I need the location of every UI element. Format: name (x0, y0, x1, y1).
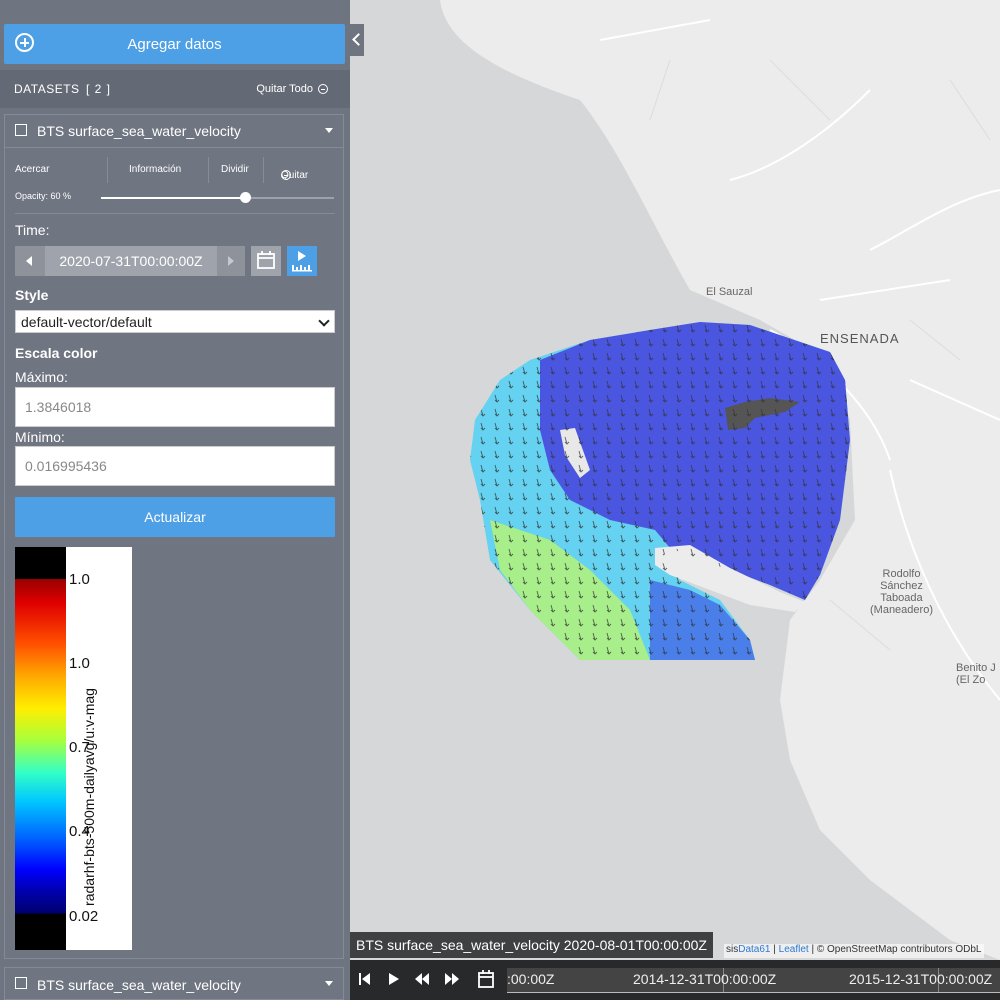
add-data-button[interactable]: Agregar datos (4, 24, 345, 64)
split-button[interactable]: Dividir (221, 164, 249, 175)
rewind-icon[interactable] (414, 971, 430, 987)
calendar-icon (257, 251, 275, 269)
color-legend: 1.0 1.0 0.7 0.4 0.02 radarhf-bts-500m-da… (15, 547, 132, 950)
min-input[interactable]: 0.016995436 (15, 446, 335, 486)
map-view[interactable]: El Sauzal ENSENADA Rodolfo Sánchez Taboa… (350, 0, 1000, 1000)
color-scale-label: Escala color (15, 345, 98, 361)
caret-down-icon[interactable] (325, 981, 333, 986)
place-line: (Maneadero) (870, 604, 933, 616)
play-icon[interactable] (387, 971, 401, 987)
plus-circle-icon (15, 33, 34, 52)
timeline-label: 2014-12-31T00:00:00Z (633, 971, 777, 987)
calendar-button[interactable] (251, 246, 281, 276)
place-line: Sánchez (880, 580, 923, 592)
animation-play-icon (292, 251, 312, 272)
datasets-header: DATASETS [ 2 ] Quitar Todo (0, 70, 350, 108)
max-label: Máximo: (15, 369, 68, 385)
timeline-label: :00:00Z (507, 971, 555, 987)
fast-forward-icon[interactable] (444, 971, 460, 987)
timeline-track[interactable]: :00:00Z 2014-12-31T00:00:00Z 2015-12-31T… (507, 968, 1000, 993)
map-canvas[interactable] (350, 0, 1000, 1000)
dataset-name: BTS surface_sea_water_velocity (37, 977, 241, 993)
dataset-header[interactable]: BTS surface_sea_water_velocity (5, 115, 343, 148)
add-data-label: Agregar datos (127, 35, 222, 53)
leaflet-link[interactable]: Leaflet (779, 944, 809, 955)
time-value[interactable]: 2020-07-31T00:00:00Z (45, 246, 217, 276)
triangle-right-icon (228, 256, 234, 266)
place-el-sauzal: El Sauzal (706, 286, 753, 298)
style-select[interactable]: default-vector/default (15, 310, 335, 333)
color-ramp (15, 547, 66, 950)
info-button[interactable]: Información (129, 164, 181, 175)
sidebar: Agregar datos DATASETS [ 2 ] Quitar Todo… (0, 0, 350, 1000)
legend-label: radarhf-bts-500m-dailyavg/u:v-mag (81, 688, 97, 906)
legend-tick: 1.0 (69, 655, 90, 672)
place-rodolfo-sanchez-taboada: Rodolfo Sánchez Taboada (Maneadero) (870, 568, 933, 616)
update-button[interactable]: Actualizar (15, 497, 335, 537)
next-time-button[interactable] (217, 246, 245, 276)
animation-button[interactable] (287, 246, 317, 276)
style-select-value: default-vector/default (21, 314, 152, 330)
dataset-visibility-checkbox[interactable] (15, 124, 27, 136)
attrib-sep: | (770, 944, 779, 955)
chevron-down-icon (318, 315, 330, 327)
divider (15, 213, 335, 214)
timeline-label: 2015-12-31T00:00:00Z (849, 971, 993, 987)
attrib-pre: sis (726, 944, 739, 955)
opacity-slider-thumb[interactable] (240, 192, 251, 203)
skip-back-icon[interactable] (358, 971, 372, 987)
datasets-title: DATASETS (14, 82, 80, 96)
map-caption: BTS surface_sea_water_velocity 2020-08-0… (350, 932, 713, 958)
time-label: Time: (15, 222, 50, 238)
max-input[interactable]: 1.3846018 (15, 387, 335, 427)
legend-tick: 0.02 (69, 908, 99, 925)
divider (208, 157, 209, 183)
place-line: Benito J (956, 662, 996, 674)
data61-link[interactable]: Data61 (738, 944, 770, 955)
osm-attribution: | © OpenStreetMap contributors ODbL (808, 944, 982, 955)
place-line: Taboada (880, 592, 923, 604)
timeline-bar: :00:00Z 2014-12-31T00:00:00Z 2015-12-31T… (350, 960, 1000, 1000)
clear-all-button[interactable]: Quitar Todo (256, 83, 328, 95)
divider (107, 157, 108, 183)
place-ensenada: ENSENADA (820, 331, 900, 346)
place-line: Rodolfo (882, 568, 921, 580)
collapse-sidebar-button[interactable] (350, 24, 364, 56)
datasets-count: [ 2 ] (86, 82, 112, 96)
timeline-baseline (507, 992, 1000, 993)
minus-circle-icon (318, 84, 328, 94)
previous-time-button[interactable] (15, 246, 45, 276)
dataset-actions: Acercar Información Dividir Quitar (5, 157, 343, 183)
dataset-visibility-checkbox[interactable] (15, 977, 27, 989)
opacity-label: Opacity: 60 % (15, 191, 72, 201)
caret-down-icon[interactable] (325, 128, 333, 133)
map-attribution: sisData61 | Leaflet | © OpenStreetMap co… (724, 944, 984, 958)
calendar-icon[interactable] (477, 969, 495, 989)
divider (263, 157, 264, 183)
zoom-to-button[interactable]: Acercar (15, 164, 49, 175)
place-line: (El Zo (956, 674, 986, 686)
opacity-slider-fill (101, 197, 246, 199)
style-label: Style (15, 287, 49, 303)
triangle-left-icon (26, 256, 32, 266)
legend-tick: 1.0 (69, 571, 90, 588)
dataset-panel-2[interactable]: BTS surface_sea_water_velocity (4, 967, 344, 1000)
place-benito: Benito J (El Zo (956, 662, 996, 686)
minus-circle-icon (281, 170, 291, 180)
dataset-name: BTS surface_sea_water_velocity (37, 123, 241, 139)
clear-all-label: Quitar Todo (256, 83, 313, 95)
min-label: Mínimo: (15, 429, 65, 445)
dataset-panel: BTS surface_sea_water_velocity Acercar I… (4, 114, 344, 959)
